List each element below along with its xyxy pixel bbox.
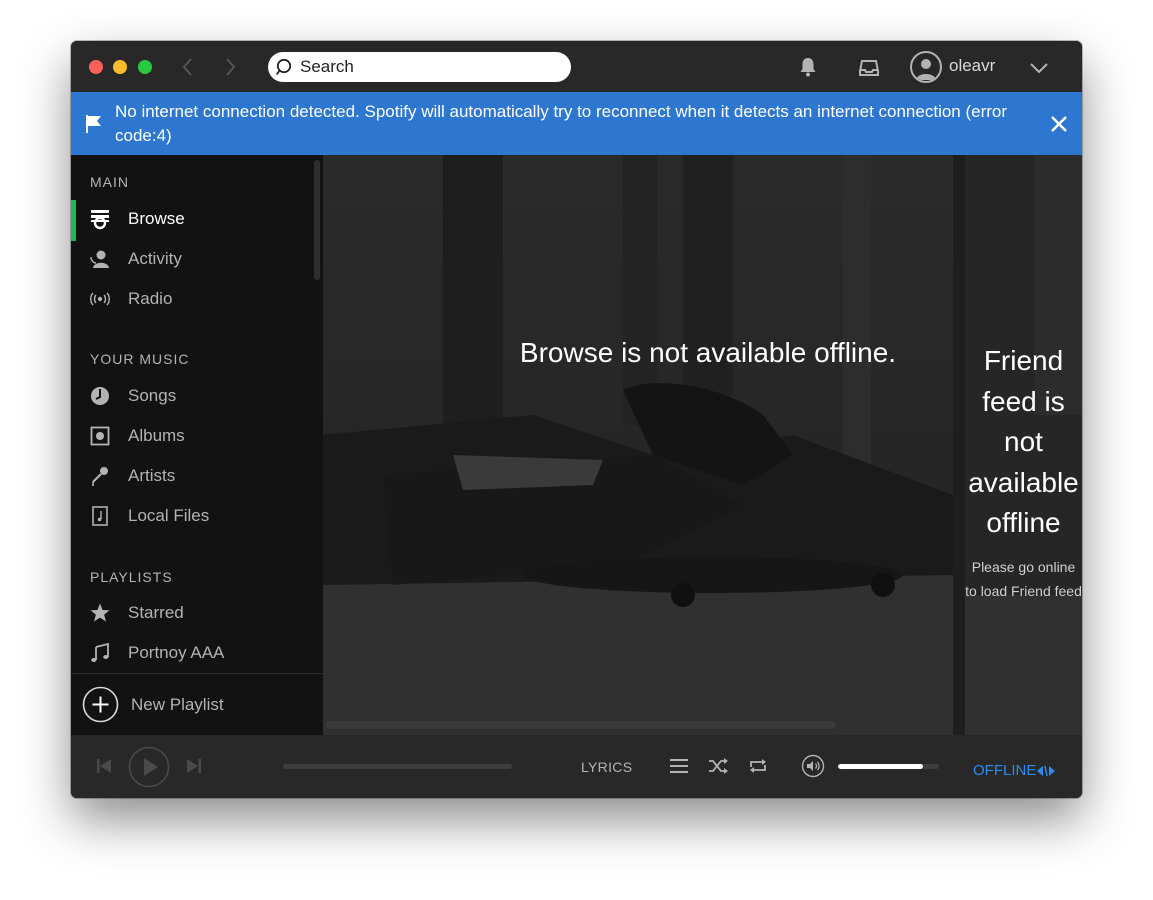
close-icon[interactable] [1049,114,1069,134]
sidebar-item-activity[interactable]: Activity [71,240,315,278]
spotify-window: oleavr No internet connection detected. … [71,41,1082,798]
section-title-your-music: YOUR MUSIC [90,351,190,367]
local-files-icon [92,506,108,526]
chevron-down-icon[interactable] [1028,58,1050,78]
player-bar: LYRICS OFFLINE [71,735,1082,798]
forward-arrow-icon[interactable] [219,55,241,79]
notifications-bell-icon[interactable] [796,55,820,79]
sidebar-scrollbar[interactable] [314,160,320,280]
sidebar-item-label: Starred [128,603,184,622]
previous-track-icon[interactable] [95,757,113,775]
error-banner: No internet connection detected. Spotify… [71,92,1082,155]
browse-panel: Browse is not available offline. [323,155,953,735]
inbox-icon[interactable] [857,55,881,79]
sidebar-item-local-files[interactable]: Local Files [71,497,315,535]
user-silhouette-icon [916,59,936,80]
new-playlist-label: New Playlist [131,695,224,714]
sidebar-item-label: Local Files [128,506,210,525]
search-icon [276,58,292,76]
search-input[interactable] [300,52,560,82]
volume-slider[interactable] [838,764,939,769]
artists-icon [92,467,108,486]
close-window-button[interactable] [89,60,103,74]
shuffle-icon[interactable] [707,755,729,777]
radio-icon [90,292,110,306]
user-avatar[interactable] [910,51,942,83]
sidebar-item-starred[interactable]: Starred [71,594,315,632]
zoom-window-button[interactable] [138,60,152,74]
flag-icon [86,115,101,133]
minimize-window-button[interactable] [113,60,127,74]
queue-icon[interactable] [668,755,690,777]
sidebar-item-label: Albums [128,426,185,445]
friend-feed-offline-title: Friend feed is not available offline [968,345,1079,538]
plus-circle-icon [82,686,119,723]
section-title-main: MAIN [90,174,129,190]
offline-status-label[interactable]: OFFLINE [973,762,1036,779]
volume-level [838,764,923,769]
sidebar-item-browse[interactable]: Browse [71,200,315,241]
browse-offline-message: Browse is not available offline. [519,337,897,368]
repeat-icon[interactable] [747,755,769,777]
back-arrow-icon[interactable] [177,55,199,79]
sidebar-item-artists[interactable]: Artists [71,457,315,495]
sidebar-nav: MAIN Browse Activity Radio YOUR MUSIC So… [71,155,323,673]
browse-icon [91,210,109,230]
new-playlist-button[interactable]: New Playlist [71,673,323,735]
songs-icon [91,387,109,405]
panel-divider [953,155,965,735]
sidebar-item-label: Songs [128,386,177,405]
error-message: No internet connection detected. Spotify… [115,102,1008,145]
albums-icon [90,426,110,446]
friend-feed-panel: Friend feed is not available offline Ple… [965,155,1082,735]
sidebar-item-label: Radio [128,289,173,308]
offline-arrows-icon [1037,765,1055,777]
play-icon[interactable] [128,746,170,788]
horizontal-scrollbar[interactable] [326,721,836,729]
title-bar: oleavr [71,41,1082,92]
background-photo [323,155,953,735]
sidebar-item-label: Activity [128,249,182,268]
sidebar-item-songs[interactable]: Songs [71,377,315,415]
star-icon [90,603,110,622]
friend-feed-offline-subtitle: Please go online to load Friend feed [965,559,1082,599]
sidebar-item-portnoy-aaa[interactable]: Portnoy AAA [71,634,315,672]
section-title-playlists: PLAYLISTS [90,569,173,585]
sidebar-item-label: Browse [128,209,185,228]
sidebar-item-albums[interactable]: Albums [71,417,315,455]
sidebar-item-label: Artists [128,466,176,485]
username-label[interactable]: oleavr [949,56,995,76]
music-note-icon [91,642,109,662]
sidebar: MAIN Browse Activity Radio YOUR MUSIC So… [71,155,323,735]
activity-icon [90,250,109,268]
next-track-icon[interactable] [185,757,203,775]
search-box[interactable] [268,52,571,82]
lyrics-button[interactable]: LYRICS [581,759,632,775]
volume-icon[interactable] [801,754,825,778]
sidebar-item-label: Portnoy AAA [128,643,225,662]
sidebar-item-radio[interactable]: Radio [71,280,315,318]
playback-progress-bar[interactable] [283,764,512,769]
